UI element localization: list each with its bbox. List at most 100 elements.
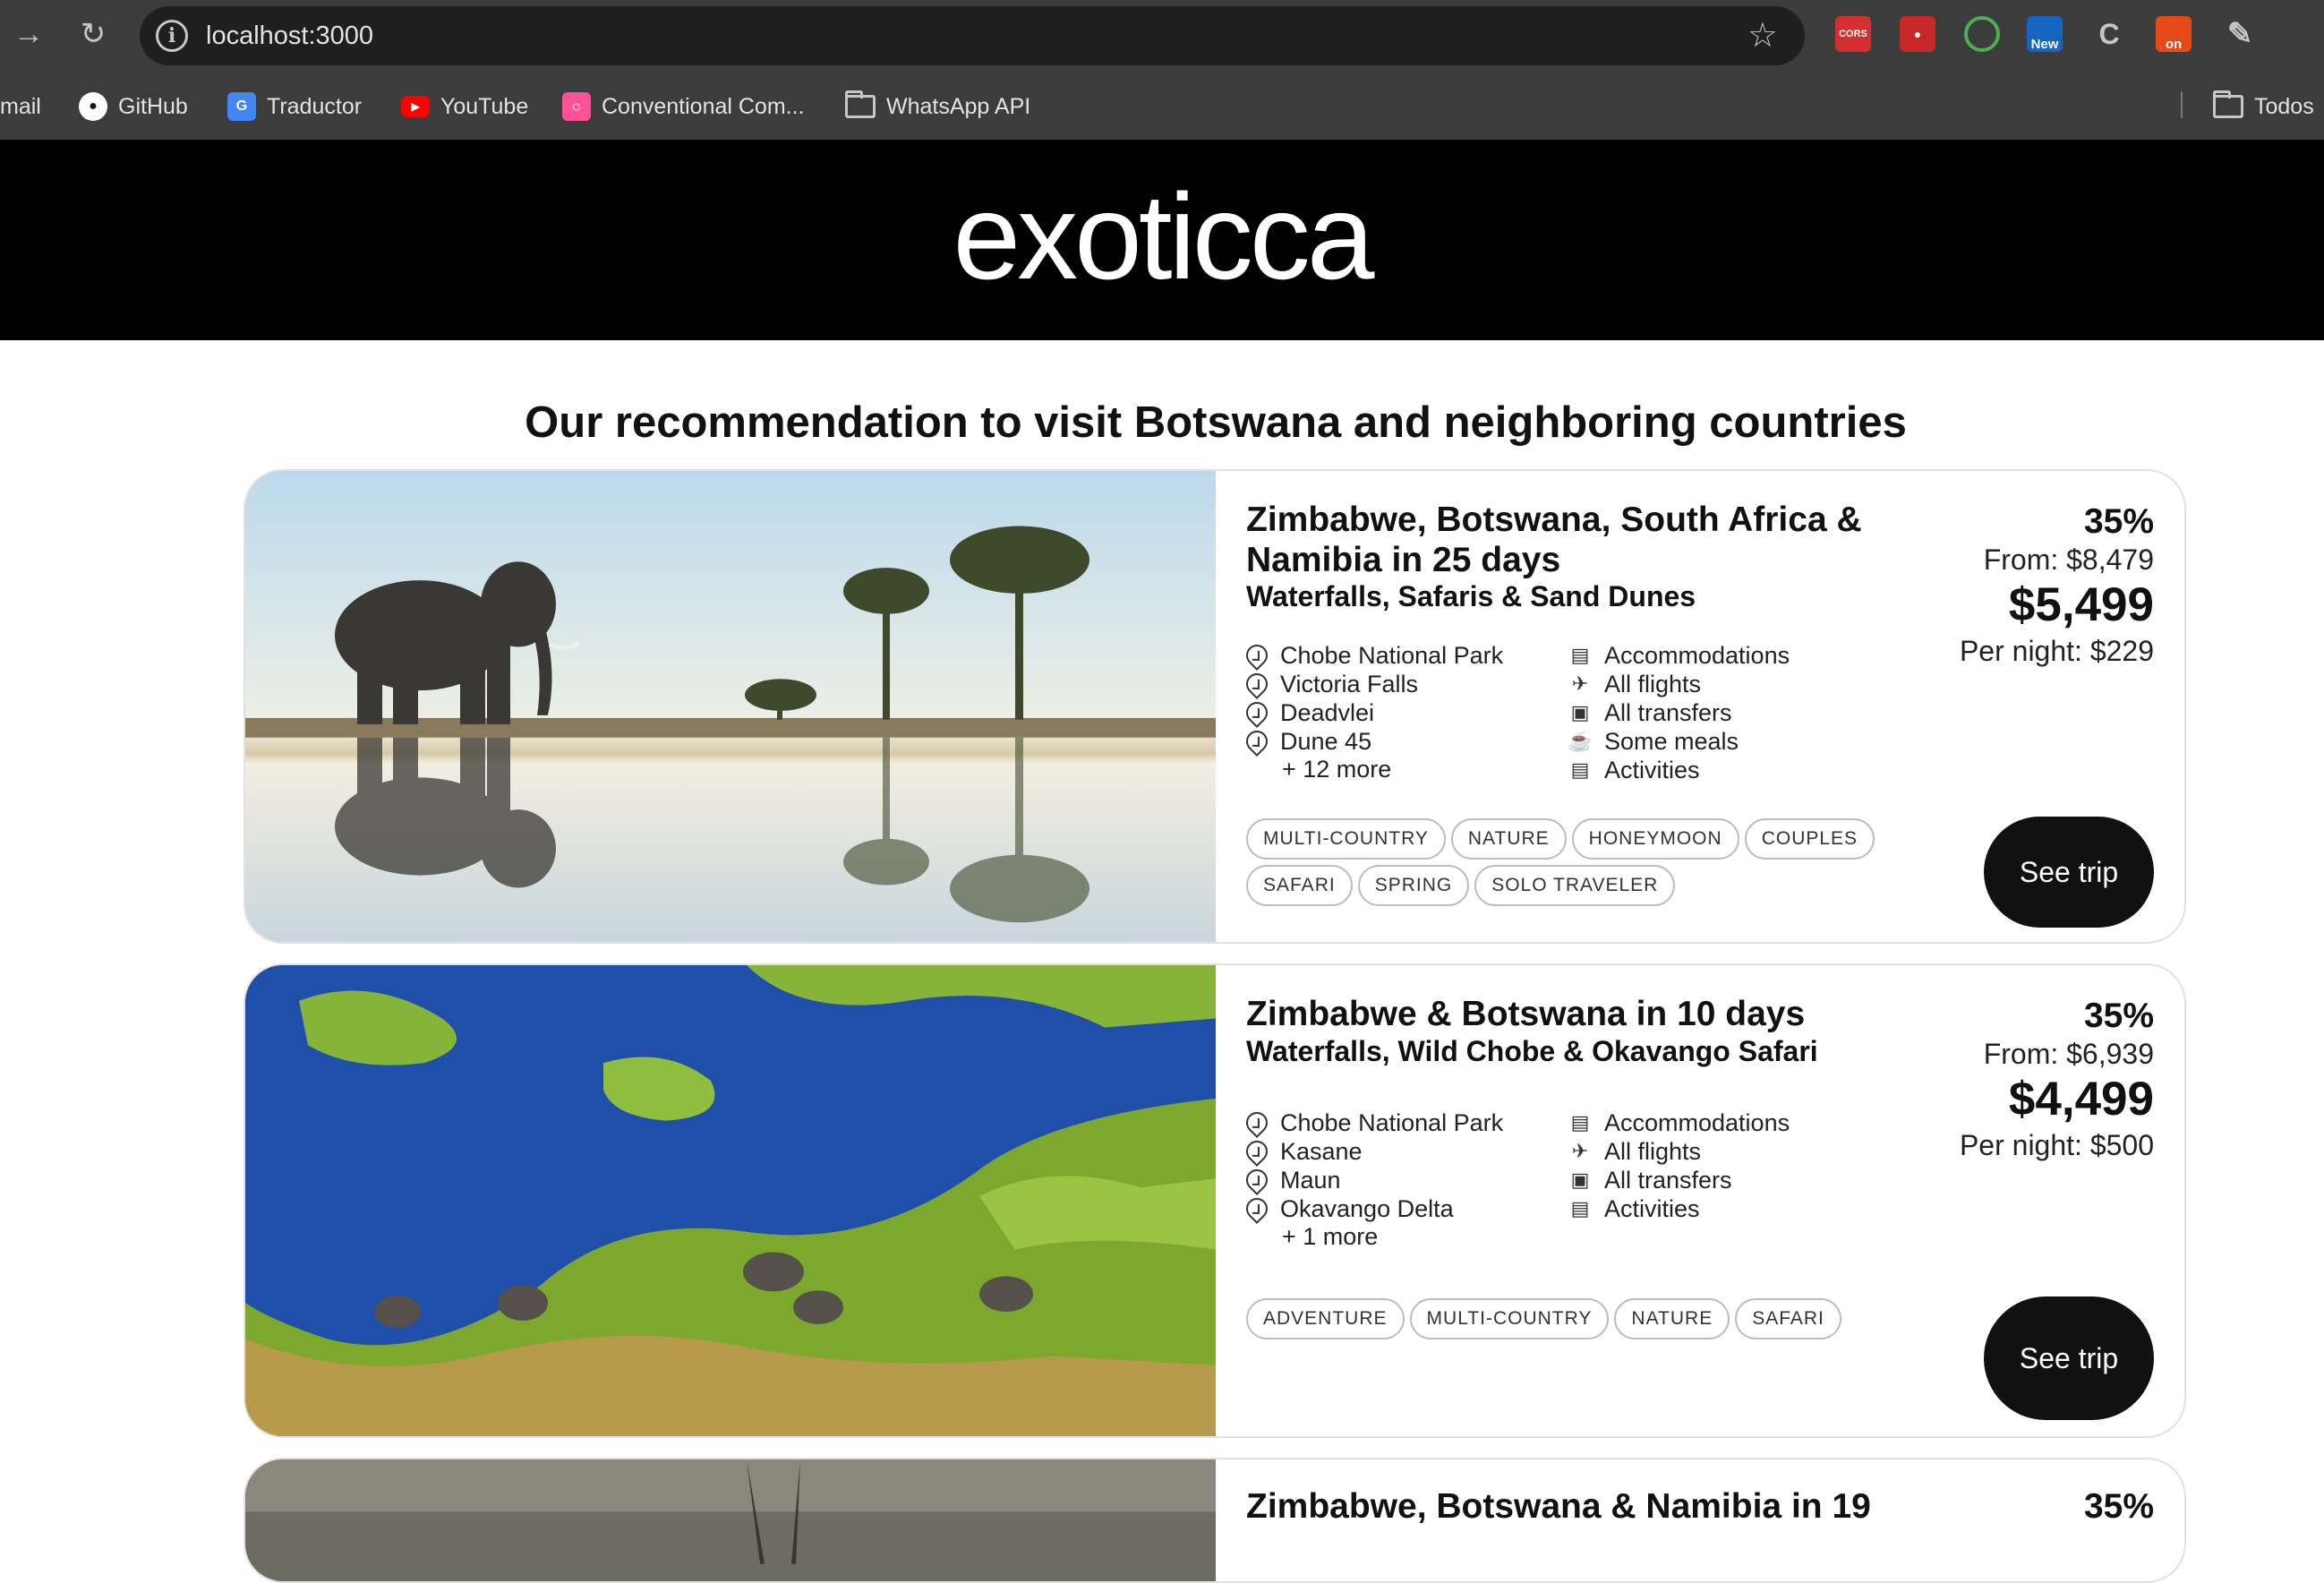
include-label: Accommodations xyxy=(1604,1108,1790,1136)
discount-badge: 35% xyxy=(2083,997,2154,1035)
current-price: $5,499 xyxy=(2008,578,2154,631)
tag-chip[interactable]: Multi-country xyxy=(1246,818,1446,860)
tag-chip[interactable]: Solo traveler xyxy=(1474,865,1676,906)
plane-icon: ✈ xyxy=(1571,672,1589,695)
site-info-icon[interactable]: i xyxy=(156,20,188,52)
bookmark-todos[interactable]: Todos xyxy=(2213,90,2314,122)
destination-item: Kasane xyxy=(1242,1136,1568,1167)
location-check-icon xyxy=(1242,1194,1272,1224)
trip-subtitle: Waterfalls, Wild Chobe & Okavango Safari xyxy=(1246,1035,1818,1067)
bus-icon: ▣ xyxy=(1570,701,1590,723)
location-check-icon xyxy=(1242,1108,1272,1138)
target-extension-icon[interactable] xyxy=(1964,16,2000,52)
bus-icon: ▣ xyxy=(1570,1168,1590,1191)
reload-button[interactable]: ↻ xyxy=(73,14,113,54)
bookmark-github[interactable]: ● GitHub xyxy=(79,91,188,122)
on-extension-icon[interactable]: on xyxy=(2156,16,2192,52)
price-block: 35% From: $6,939 $4,499 Per night: $500 xyxy=(1960,996,2154,1162)
destination-label: Chobe National Park xyxy=(1280,1108,1504,1136)
url-text[interactable]: localhost:3000 xyxy=(206,21,373,51)
bookmark-conventional-commits[interactable]: ○ Conventional Com... xyxy=(562,91,805,122)
plane-icon: ✈ xyxy=(1571,1140,1589,1162)
destination-item: Victoria Falls xyxy=(1242,669,1568,699)
address-bar[interactable]: i localhost:3000 ☆ xyxy=(140,6,1805,65)
trip-title[interactable]: Zimbabwe & Botswana in 10 days xyxy=(1246,994,1891,1034)
include-label: All flights xyxy=(1604,1137,1702,1165)
bookmarks-divider xyxy=(2181,91,2183,118)
destination-item: Chobe National Park xyxy=(1242,1108,1568,1138)
destination-item: Deadvlei xyxy=(1242,697,1568,728)
coffee-cup-icon: ☕ xyxy=(1568,730,1593,752)
activity-icon: ▤ xyxy=(1570,1197,1590,1219)
folder-icon xyxy=(2213,90,2243,118)
more-destinations: + 12 more xyxy=(1282,756,1392,783)
per-night-price: Per night: $229 xyxy=(1959,635,2154,667)
tag-chip[interactable]: Adventure xyxy=(1246,1298,1405,1339)
include-item: ▤ Activities xyxy=(1568,1194,1873,1223)
destination-label: Victoria Falls xyxy=(1280,670,1419,697)
include-label: All transfers xyxy=(1604,1166,1732,1194)
bookmark-label: Conventional Com... xyxy=(602,93,805,119)
bookmark-star-icon[interactable]: ☆ xyxy=(1747,15,1778,56)
activity-icon: ▤ xyxy=(1570,758,1590,781)
location-check-icon xyxy=(1242,1136,1272,1167)
destination-label: Dune 45 xyxy=(1280,727,1372,755)
tag-chip[interactable]: Spring xyxy=(1357,865,1470,906)
bookmark-label: WhatsApp API xyxy=(886,93,1031,119)
bookmark-label: Todos xyxy=(2254,93,2314,119)
destination-label: Maun xyxy=(1280,1166,1341,1194)
see-trip-button[interactable]: See trip xyxy=(1984,1296,2154,1420)
original-price: From: $6,939 xyxy=(1983,1038,2154,1070)
original-price: From: $8,479 xyxy=(1983,543,2154,576)
bookmark-traductor[interactable]: G Traductor xyxy=(227,91,362,122)
include-item: ▤ Activities xyxy=(1568,756,1873,784)
include-item: ☕ Some meals xyxy=(1568,727,1873,756)
extensions-puzzle-icon[interactable]: ✎ xyxy=(2222,16,2258,52)
include-item: ▤ Accommodations xyxy=(1568,1108,1873,1137)
tag-chip[interactable]: Multi-country xyxy=(1409,1298,1610,1339)
more-destinations: + 1 more xyxy=(1282,1223,1379,1250)
bookmark-whatsapp-api[interactable]: WhatsApp API xyxy=(845,90,1031,122)
exoticca-logo[interactable]: exoticca xyxy=(953,167,1375,306)
forward-button[interactable]: → xyxy=(9,14,48,54)
bookmark-label: Traductor xyxy=(267,93,363,119)
page-title: Our recommendation to visit Botswana and… xyxy=(525,398,1907,447)
bookmark-label: YouTube xyxy=(440,93,529,119)
trip-title[interactable]: Zimbabwe, Botswana, South Africa & Namib… xyxy=(1246,500,1891,580)
github-icon: ● xyxy=(79,92,107,121)
destination-list: Chobe National Park Victoria Falls Deadv… xyxy=(1242,640,1568,784)
c-extension-icon[interactable]: C xyxy=(2091,16,2127,52)
trip-image-okavango-delta[interactable] xyxy=(245,965,1216,1436)
location-check-icon xyxy=(1242,697,1272,728)
tag-chip[interactable]: Couples xyxy=(1744,818,1875,860)
trip-image-elephant-waterhole[interactable] xyxy=(245,471,1216,942)
tag-chip[interactable]: Honeymoon xyxy=(1571,818,1739,860)
location-check-icon xyxy=(1242,1165,1272,1195)
tag-chip[interactable]: Safari xyxy=(1246,865,1353,906)
trip-card[interactable]: Zimbabwe, Botswana, South Africa & Namib… xyxy=(244,469,2186,944)
tag-chip[interactable]: Nature xyxy=(1450,818,1567,860)
cors-extension-icon[interactable]: CORS xyxy=(1835,16,1871,52)
trip-card[interactable]: Zimbabwe, Botswana & Namibia in 19 35% xyxy=(244,1458,2186,1583)
tag-chip[interactable]: Safari xyxy=(1735,1298,1841,1339)
discount-badge: 35% xyxy=(2083,502,2154,541)
new-extension-icon[interactable]: New xyxy=(2027,16,2063,52)
destination-label: Deadvlei xyxy=(1280,698,1375,726)
include-item: ▣ All transfers xyxy=(1568,698,1873,727)
tag-chip[interactable]: Nature xyxy=(1614,1298,1730,1339)
see-trip-button[interactable]: See trip xyxy=(1984,817,2154,928)
trip-card[interactable]: Zimbabwe & Botswana in 10 days Waterfall… xyxy=(244,963,2186,1438)
bookmark-youtube[interactable]: ▶ YouTube xyxy=(401,91,528,122)
trip-title[interactable]: Zimbabwe, Botswana & Namibia in 19 xyxy=(1246,1486,1927,1527)
include-item: ▣ All transfers xyxy=(1568,1166,1873,1194)
include-label: Accommodations xyxy=(1604,641,1790,669)
destination-label: Okavango Delta xyxy=(1280,1194,1454,1222)
paw-extension-icon[interactable]: ● xyxy=(1900,16,1935,52)
trip-tags: Adventure Multi-country Nature Safari xyxy=(1246,1298,1891,1339)
include-item: ▤ Accommodations xyxy=(1568,641,1873,670)
price-block: 35% From: $8,479 $5,499 Per night: $229 xyxy=(1960,501,2154,668)
trip-image-partial[interactable] xyxy=(245,1459,1216,1581)
bookmark-gmail[interactable]: mail xyxy=(0,91,41,122)
destination-label: Chobe National Park xyxy=(1280,641,1504,669)
site-header: exoticca xyxy=(0,140,2324,340)
